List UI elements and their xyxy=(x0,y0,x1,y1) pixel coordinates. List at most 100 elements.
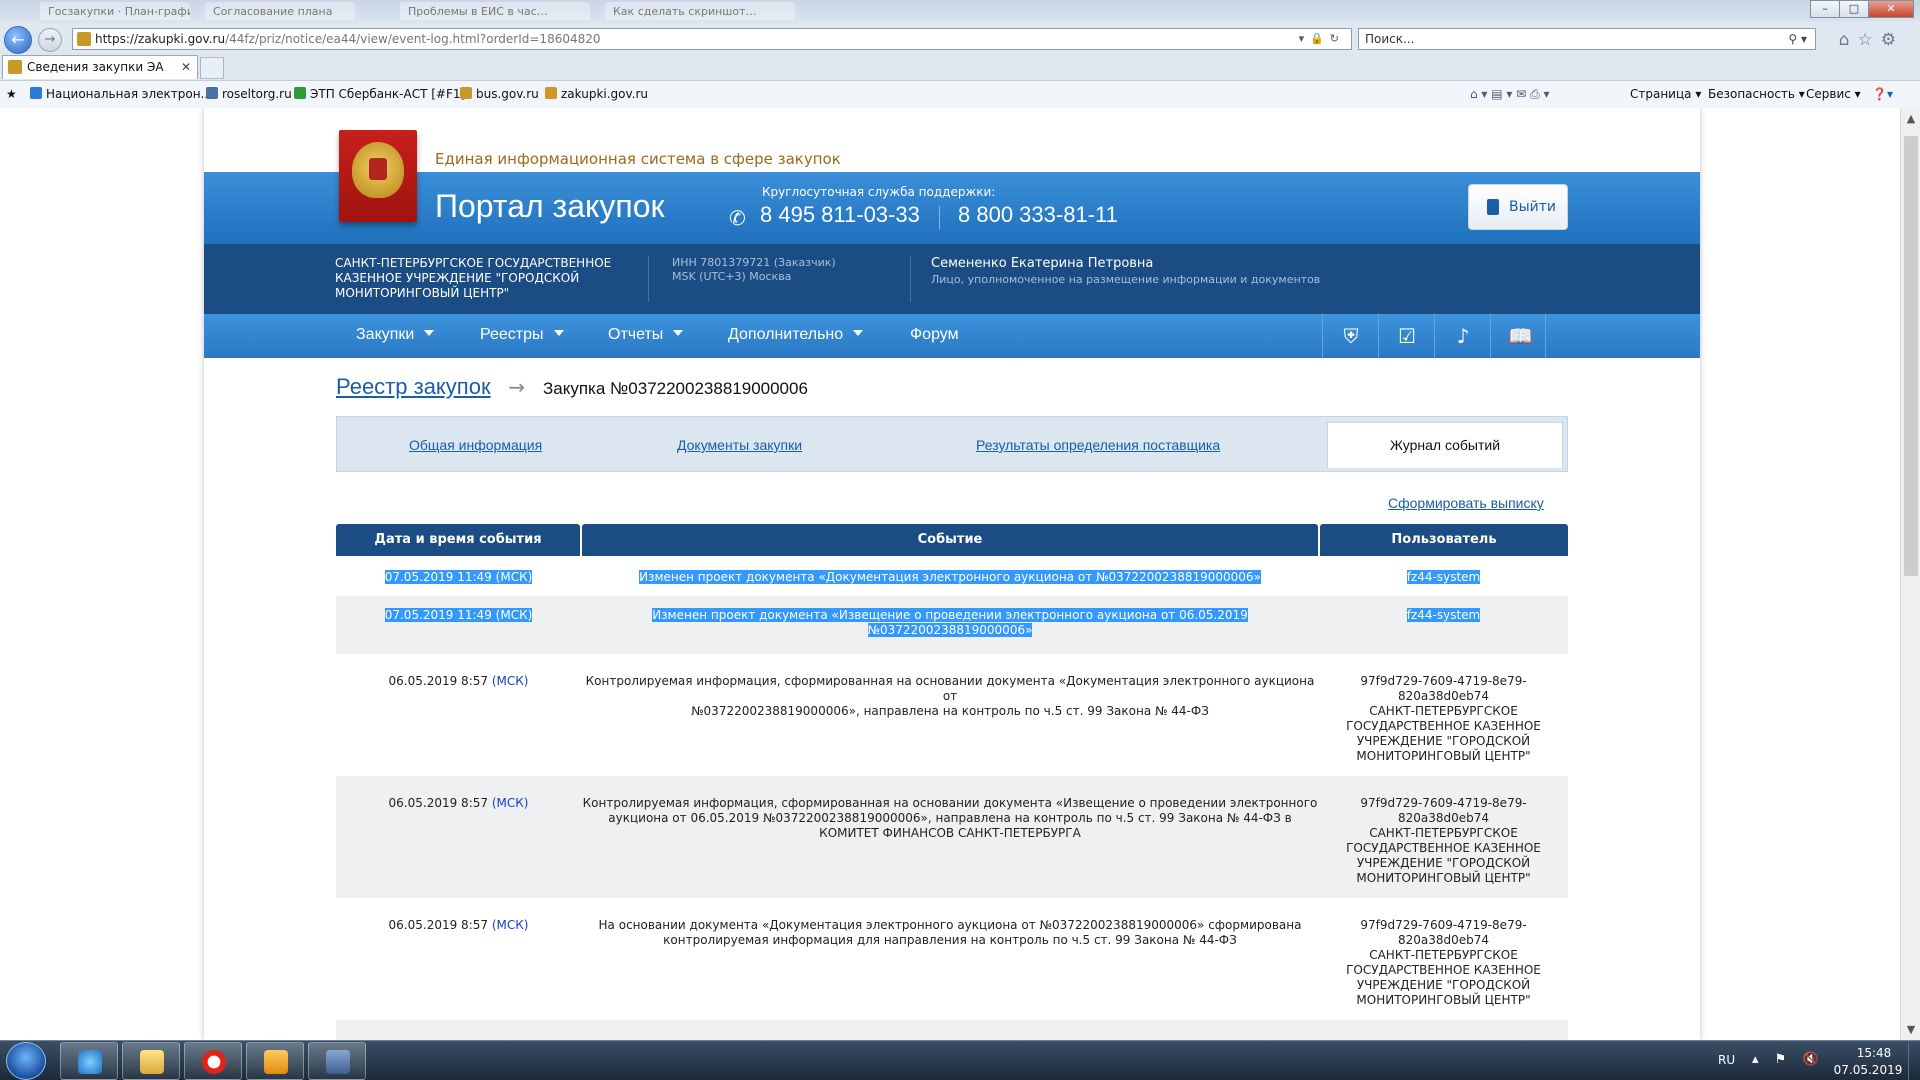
event-date: 07.05.2019 11:49 (МСК) xyxy=(384,570,533,584)
security-menu[interactable]: Безопасность ▾ xyxy=(1708,87,1805,101)
tab-general-info[interactable]: Общая информация xyxy=(409,437,542,453)
page-tabs: Общая информация Документы закупки Резул… xyxy=(336,416,1568,472)
portal-title[interactable]: Портал закупок xyxy=(435,188,665,225)
favorites-star-icon[interactable]: ☆ xyxy=(1858,30,1881,50)
table-row[interactable]: 06.05.2019 8:57 (МСК) Контролируемая инф… xyxy=(336,654,1568,776)
address-row: ← → https://zakupki.gov.ru/44fz/priz/not… xyxy=(0,24,1920,54)
vertical-scrollbar[interactable]: ▲ ▼ xyxy=(1900,108,1920,1040)
clock-time[interactable]: 15:48 xyxy=(1844,1046,1904,1060)
divider xyxy=(648,256,649,302)
yandex-browser-icon[interactable] xyxy=(184,1042,242,1080)
scroll-thumb[interactable] xyxy=(1904,136,1918,576)
organization-band: САНКТ-ПЕТЕРБУРГСКОЕ ГОСУДАРСТВЕННОЕ КАЗЕ… xyxy=(204,244,1700,314)
table-row[interactable]: 06.05.2019 8:57 (МСК) Контролируемая инф… xyxy=(336,776,1568,898)
favorite-link[interactable]: Национальная электрон... xyxy=(30,87,212,101)
outlook-icon[interactable] xyxy=(246,1042,304,1080)
nav-item-registries[interactable]: Реестры xyxy=(480,326,564,344)
logout-button[interactable]: Выйти xyxy=(1468,184,1568,230)
minimize-button[interactable]: – xyxy=(1810,0,1840,18)
book-search-icon[interactable]: 📖 xyxy=(1490,314,1546,358)
generate-extract-link[interactable]: Сформировать выписку xyxy=(1388,495,1544,511)
table-row[interactable] xyxy=(336,1020,1568,1040)
tools-menu[interactable]: Сервис ▾ xyxy=(1806,87,1861,101)
tab-documents[interactable]: Документы закупки xyxy=(677,437,802,453)
coat-of-arms-logo[interactable] xyxy=(339,130,417,222)
inn-text: ИНН 7801379721 (Заказчик) xyxy=(672,256,836,269)
support-label: Круглосуточная служба поддержки: xyxy=(762,185,996,199)
help-icon[interactable]: ❓▾ xyxy=(1872,87,1893,101)
tab-favicon-icon xyxy=(8,60,22,74)
event-description: Контролируемая информация, сформированна… xyxy=(585,674,1315,718)
page-menu[interactable]: Страница ▾ xyxy=(1630,87,1701,101)
address-bar-tools[interactable]: ▾🔒↻ xyxy=(1299,29,1345,49)
event-user: fz44-system xyxy=(1406,570,1481,584)
background-tab[interactable]: Согласование плана xyxy=(205,2,355,20)
background-tab[interactable]: Проблемы в ЕИС в час… xyxy=(400,2,590,20)
nav-label: Дополнительно xyxy=(728,326,844,343)
favorite-link[interactable]: bus.gov.ru xyxy=(460,87,539,101)
calendar-check-icon[interactable]: ☑ xyxy=(1378,314,1434,358)
event-date: 06.05.2019 8:57 (МСК) xyxy=(388,796,529,810)
clock-date[interactable]: 07.05.2019 xyxy=(1830,1063,1906,1077)
home-icon[interactable]: ⌂ xyxy=(1839,30,1858,50)
nav-item-forum[interactable]: Форум xyxy=(910,326,959,344)
column-header-user: Пользователь xyxy=(1320,524,1568,556)
event-description: На основании документа «Документация эле… xyxy=(598,918,1302,947)
site-header-top: Единая информационная система в сфере за… xyxy=(204,108,1700,172)
forward-button[interactable]: → xyxy=(38,28,62,52)
site-favicon-icon xyxy=(77,32,91,46)
breadcrumb-link-registry[interactable]: Реестр закупок xyxy=(336,374,491,399)
show-desktop-button[interactable] xyxy=(1908,1041,1920,1080)
organization-inn: ИНН 7801379721 (Заказчик) MSK (UTC+3) Мо… xyxy=(672,256,836,284)
close-window-button[interactable]: ✕ xyxy=(1868,0,1914,18)
favorite-link[interactable]: ЭТП Сбербанк-АСТ [#F1] xyxy=(294,87,465,101)
background-tab[interactable]: Как сделать скриншот… xyxy=(605,2,795,20)
tab-row: Сведения закупки ЭА ✕ xyxy=(0,55,1920,79)
scroll-down-icon[interactable]: ▼ xyxy=(1904,1023,1918,1036)
tab-supplier-results[interactable]: Результаты определения поставщика xyxy=(976,437,1220,453)
file-explorer-icon[interactable] xyxy=(122,1042,180,1080)
favorites-bar: ★ Национальная электрон... roseltorg.ru … xyxy=(0,80,1920,108)
gear-icon[interactable]: ⚙ xyxy=(1881,30,1904,50)
bell-icon[interactable]: ♪ xyxy=(1434,314,1490,358)
shield-icon[interactable]: ⛨ xyxy=(1322,314,1378,358)
table-row[interactable]: 06.05.2019 8:57 (МСК) На основании докум… xyxy=(336,898,1568,1020)
search-input[interactable]: Поиск... ⚲ ▾ xyxy=(1358,28,1816,50)
table-row[interactable]: 07.05.2019 11:49 (МСК) Изменен проект до… xyxy=(336,596,1568,654)
favorites-star-icon[interactable]: ★ xyxy=(6,87,17,101)
header-band: Портал закупок Круглосуточная служба под… xyxy=(204,172,1700,244)
table-row[interactable]: 07.05.2019 11:49 (МСК) Изменен проект до… xyxy=(336,556,1568,596)
input-language[interactable]: RU xyxy=(1718,1053,1735,1067)
command-bar-icons[interactable]: ⌂ ▾ ▤ ▾ ✉ ⎙ ▾ xyxy=(1470,87,1550,102)
nav-label: Форум xyxy=(910,326,959,343)
maximize-button[interactable]: □ xyxy=(1839,0,1869,18)
new-tab-button[interactable] xyxy=(200,57,224,79)
favorite-link[interactable]: roseltorg.ru xyxy=(206,87,292,101)
event-description: Изменен проект документа «Извещение о пр… xyxy=(652,608,1248,637)
close-tab-icon[interactable]: ✕ xyxy=(181,56,191,78)
logout-label: Выйти xyxy=(1509,199,1557,215)
tab-event-journal[interactable]: Журнал событий xyxy=(1327,422,1563,468)
main-navigation: Закупки Реестры Отчеты Дополнительно Фор… xyxy=(204,314,1700,358)
page-viewport: Единая информационная система в сфере за… xyxy=(0,108,1900,1040)
start-button[interactable] xyxy=(6,1042,46,1080)
background-tabs-strip: Госзакупки · План-график Согласование пл… xyxy=(0,0,1920,22)
app-icon[interactable] xyxy=(308,1042,366,1080)
back-button[interactable]: ← xyxy=(4,26,32,54)
organization-name: САНКТ-ПЕТЕРБУРГСКОЕ ГОСУДАРСТВЕННОЕ КАЗЕ… xyxy=(335,256,612,300)
nav-item-purchases[interactable]: Закупки xyxy=(356,326,435,344)
nav-item-additional[interactable]: Дополнительно xyxy=(728,326,864,344)
favorite-link[interactable]: zakupki.gov.ru xyxy=(545,87,648,101)
event-user: fz44-system xyxy=(1406,608,1481,622)
nav-item-reports[interactable]: Отчеты xyxy=(608,326,684,344)
favorite-icon xyxy=(206,87,218,99)
favorite-label: zakupki.gov.ru xyxy=(561,87,649,101)
timezone-label: (МСК) xyxy=(491,796,529,810)
scroll-up-icon[interactable]: ▲ xyxy=(1904,112,1918,125)
search-icon[interactable]: ⚲ ▾ xyxy=(1788,29,1807,49)
tray-icons[interactable]: ▴ ⚑ 🔇 xyxy=(1752,1052,1825,1067)
browser-tab-active[interactable]: Сведения закупки ЭА ✕ xyxy=(2,55,198,79)
background-tab[interactable]: Госзакупки · План-график xyxy=(40,2,190,20)
internet-explorer-icon[interactable] xyxy=(60,1042,118,1080)
address-bar[interactable]: https://zakupki.gov.ru/44fz/priz/notice/… xyxy=(72,28,1352,50)
